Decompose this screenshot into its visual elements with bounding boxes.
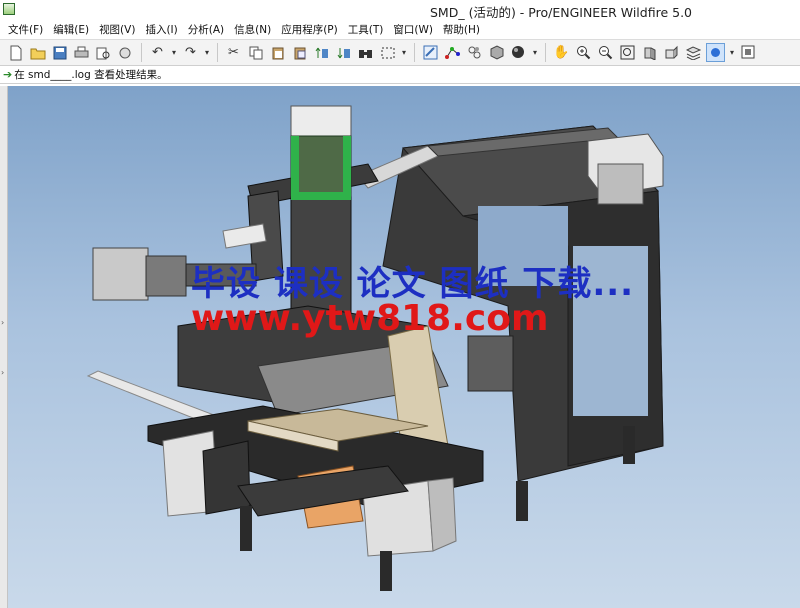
expand-handle-icon[interactable]: › xyxy=(1,318,6,328)
shading-dropdown-icon[interactable]: ▾ xyxy=(531,43,539,62)
navigator-collapse-strip[interactable]: › › xyxy=(0,86,8,608)
menu-window[interactable]: 窗口(W) xyxy=(388,22,438,37)
appearance-icon[interactable] xyxy=(706,43,725,62)
saved-views-icon[interactable] xyxy=(487,43,506,62)
redo-dropdown-icon[interactable]: ▾ xyxy=(203,43,211,62)
layers-icon[interactable] xyxy=(684,43,703,62)
menu-insert[interactable]: 插入(I) xyxy=(140,22,182,37)
menu-applications[interactable]: 应用程序(P) xyxy=(276,22,343,37)
paste-special-icon[interactable] xyxy=(290,43,309,62)
undo-icon[interactable]: ↶ xyxy=(148,43,167,62)
menu-view[interactable]: 视图(V) xyxy=(94,22,140,37)
print-icon[interactable] xyxy=(72,43,91,62)
menu-bar: 文件(F) 编辑(E) 视图(V) 插入(I) 分析(A) 信息(N) 应用程序… xyxy=(0,20,800,39)
model-tree-icon[interactable] xyxy=(739,43,758,62)
refit-icon[interactable] xyxy=(618,43,637,62)
menu-tools[interactable]: 工具(T) xyxy=(343,22,389,37)
title-bar: SMD_ (活动的) - Pro/ENGINEER Wildfire 5.0 xyxy=(0,0,800,20)
undo-dropdown-icon[interactable]: ▾ xyxy=(170,43,178,62)
toolbar-separator xyxy=(414,43,415,62)
zoom-in-icon[interactable] xyxy=(574,43,593,62)
regenerate-icon[interactable] xyxy=(312,43,331,62)
copy-icon[interactable] xyxy=(246,43,265,62)
main-toolbar: ↶ ▾ ↷ ▾ ✂ ▾ ▾ ✋ ▾ xyxy=(0,39,800,66)
named-views-icon[interactable] xyxy=(662,43,681,62)
app-icon xyxy=(3,3,15,15)
save-icon[interactable] xyxy=(50,43,69,62)
menu-help[interactable]: 帮助(H) xyxy=(438,22,485,37)
regen-manager-icon[interactable] xyxy=(334,43,353,62)
cad-model xyxy=(86,105,664,591)
appearance-dropdown-icon[interactable]: ▾ xyxy=(728,43,736,62)
toolbar-separator xyxy=(217,43,218,62)
menu-file[interactable]: 文件(F) xyxy=(3,22,48,37)
redo-icon[interactable]: ↷ xyxy=(181,43,200,62)
toolbar-separator xyxy=(141,43,142,62)
email-icon[interactable] xyxy=(116,43,135,62)
reorient-icon[interactable] xyxy=(640,43,659,62)
menu-info[interactable]: 信息(N) xyxy=(229,22,276,37)
select-dropdown-icon[interactable]: ▾ xyxy=(400,43,408,62)
open-icon[interactable] xyxy=(28,43,47,62)
preview-icon[interactable] xyxy=(94,43,113,62)
graphics-window[interactable]: 毕设 课设 论文 图纸 下载... www.ytw818.com xyxy=(8,86,800,608)
view-manager-icon[interactable] xyxy=(465,43,484,62)
pan-icon[interactable]: ✋ xyxy=(552,43,571,62)
menu-edit[interactable]: 编辑(E) xyxy=(48,22,94,37)
zoom-out-icon[interactable] xyxy=(596,43,615,62)
toolbar-separator xyxy=(545,43,546,62)
paste-icon[interactable] xyxy=(268,43,287,62)
message-arrow-icon: ➔ xyxy=(3,68,13,81)
message-text: 在 smd____.log 查看处理结果。 xyxy=(14,69,168,81)
shading-icon[interactable] xyxy=(509,43,528,62)
select-box-icon[interactable] xyxy=(378,43,397,62)
watermark-text-line2: www.ytw818.com xyxy=(191,298,549,339)
message-area: ➔ 在 smd____.log 查看处理结果。 xyxy=(0,66,800,84)
menu-analysis[interactable]: 分析(A) xyxy=(183,22,229,37)
new-icon[interactable] xyxy=(6,43,25,62)
window-title: SMD_ (活动的) - Pro/ENGINEER Wildfire 5.0 xyxy=(430,5,692,20)
find-icon[interactable] xyxy=(356,43,375,62)
repaint-icon[interactable] xyxy=(421,43,440,62)
spin-center-icon[interactable] xyxy=(443,43,462,62)
expand-handle-icon[interactable]: › xyxy=(1,368,6,378)
cut-icon[interactable]: ✂ xyxy=(224,43,243,62)
